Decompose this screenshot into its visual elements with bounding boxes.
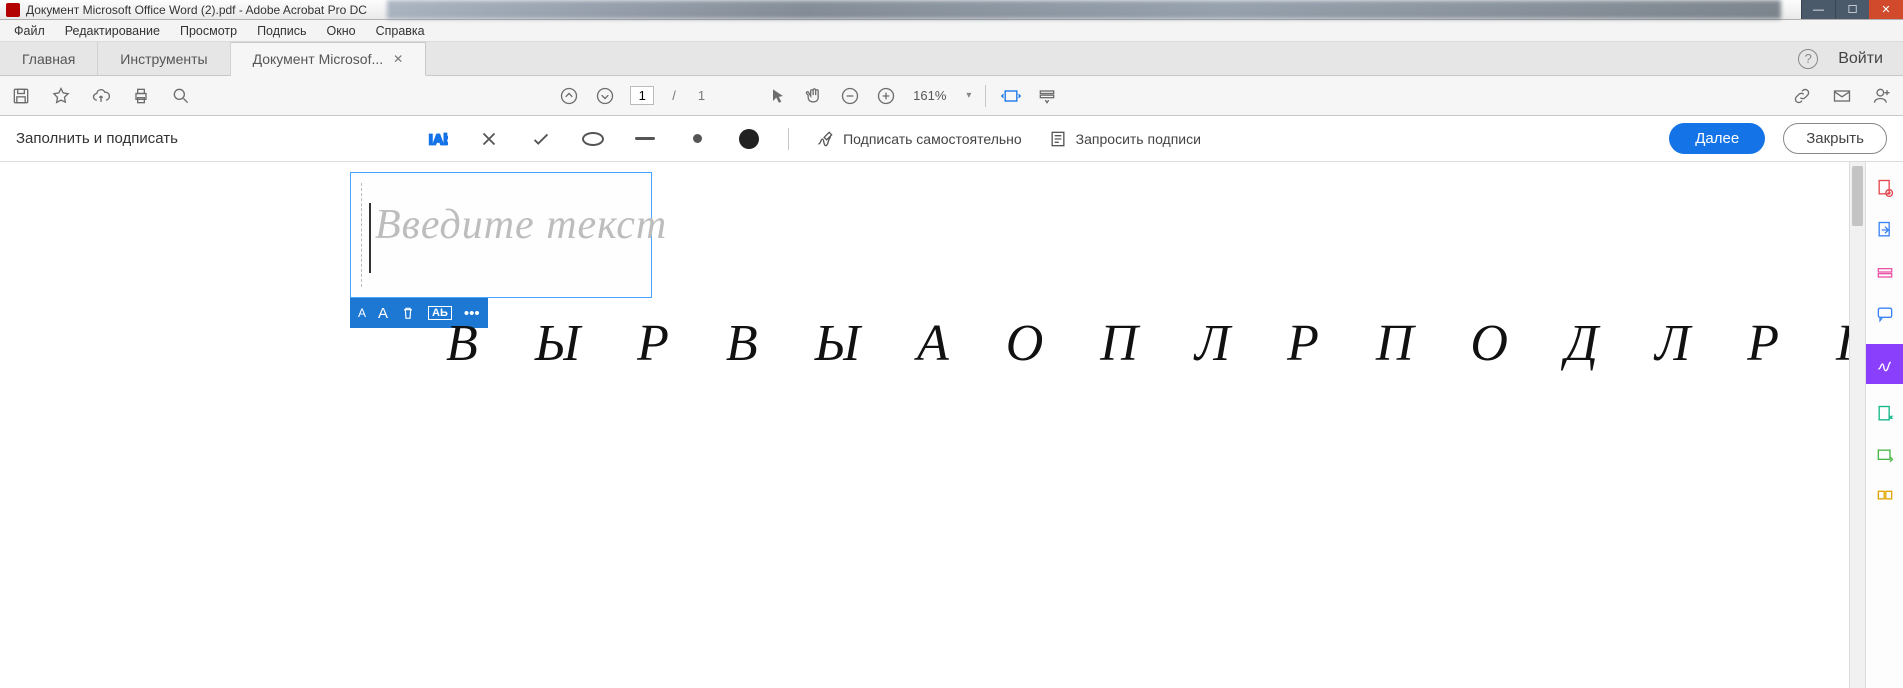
menu-sign[interactable]: Подпись: [249, 22, 314, 40]
hand-pan-icon[interactable]: [803, 85, 825, 107]
export-pdf-icon[interactable]: [1873, 218, 1897, 242]
tab-close-icon[interactable]: ✕: [393, 52, 403, 66]
fill-divider: [788, 128, 789, 150]
window-title: Документ Microsoft Office Word (2).pdf -…: [26, 3, 367, 17]
cross-mark-tool[interactable]: [476, 126, 502, 152]
mail-icon[interactable]: [1831, 85, 1853, 107]
zoom-value[interactable]: 161%: [913, 88, 946, 103]
fill-sign-title: Заполнить и подписать: [16, 130, 178, 147]
menu-view[interactable]: Просмотр: [172, 22, 245, 40]
cloud-upload-icon[interactable]: [90, 85, 112, 107]
help-icon[interactable]: ?: [1798, 49, 1818, 69]
organize-pages-icon[interactable]: [1873, 402, 1897, 426]
document-stage[interactable]: Введите текст A A AЬ ••• В Ы Р В Ы А О П…: [0, 162, 1849, 688]
comment-icon[interactable]: [1873, 302, 1897, 326]
page-display-icon[interactable]: [1036, 85, 1058, 107]
signature-icon: [815, 129, 835, 149]
page-down-icon[interactable]: [594, 85, 616, 107]
text-cursor: [369, 203, 371, 273]
link-share-icon[interactable]: [1791, 85, 1813, 107]
send-review-icon[interactable]: [1873, 444, 1897, 468]
tab-home[interactable]: Главная: [0, 42, 98, 75]
scrollbar-thumb[interactable]: [1852, 166, 1863, 226]
zoom-dropdown-icon[interactable]: ▾: [966, 90, 971, 101]
page-number-input[interactable]: [630, 86, 654, 105]
tab-document[interactable]: Документ Microsof... ✕: [231, 42, 427, 76]
fit-width-icon[interactable]: [1000, 85, 1022, 107]
page-content-text: В Ы Р В Ы А О П Л Р П О Д Л Р П: [446, 314, 1849, 373]
vertical-scrollbar[interactable]: [1849, 162, 1865, 688]
font-size-large-icon[interactable]: A: [378, 305, 388, 322]
tabs-row: Главная Инструменты Документ Microsof...…: [0, 42, 1903, 76]
toolbar-divider: [985, 85, 986, 107]
request-sign-icon: [1048, 129, 1068, 149]
add-user-icon[interactable]: [1871, 85, 1893, 107]
self-sign-label: Подписать самостоятельно: [843, 131, 1022, 147]
menu-edit[interactable]: Редактирование: [57, 22, 168, 40]
more-tools-icon[interactable]: [1873, 486, 1897, 510]
fill-sign-toolbar: Заполнить и подписать IAb Подписать само…: [0, 116, 1903, 162]
check-mark-tool[interactable]: [528, 126, 554, 152]
window-titlebar: Документ Microsoft Office Word (2).pdf -…: [0, 0, 1903, 20]
close-button[interactable]: Закрыть: [1783, 123, 1887, 154]
search-icon[interactable]: [170, 85, 192, 107]
text-box-margin-rule: [361, 183, 362, 287]
page-total: 1: [698, 88, 705, 103]
dot-tool[interactable]: [684, 126, 710, 152]
zoom-in-icon[interactable]: [875, 85, 897, 107]
tab-tools[interactable]: Инструменты: [98, 42, 230, 75]
right-side-panel: [1865, 162, 1903, 688]
edit-pdf-icon[interactable]: [1873, 260, 1897, 284]
titlebar-blur: [387, 0, 1781, 19]
tab-document-label: Документ Microsof...: [253, 51, 384, 67]
menu-help[interactable]: Справка: [368, 22, 433, 40]
next-button[interactable]: Далее: [1669, 123, 1765, 154]
menubar: Файл Редактирование Просмотр Подпись Окн…: [0, 20, 1903, 42]
menu-file[interactable]: Файл: [6, 22, 53, 40]
save-icon[interactable]: [10, 85, 32, 107]
text-placeholder: Введите текст: [375, 201, 667, 249]
window-close-button[interactable]: ✕: [1869, 0, 1903, 19]
delete-text-icon[interactable]: [400, 305, 416, 321]
menu-window[interactable]: Окно: [319, 22, 364, 40]
app-icon: [6, 3, 20, 17]
star-icon[interactable]: [50, 85, 72, 107]
create-pdf-icon[interactable]: [1873, 176, 1897, 200]
sign-in-link[interactable]: Войти: [1838, 50, 1883, 68]
selection-cursor-icon[interactable]: [767, 85, 789, 107]
fill-sign-icon[interactable]: [1866, 344, 1903, 384]
self-sign-button[interactable]: Подписать самостоятельно: [815, 129, 1022, 149]
quick-toolbar: / 1 161% ▾: [0, 76, 1903, 116]
svg-text:IAb: IAb: [429, 132, 448, 148]
print-icon[interactable]: [130, 85, 152, 107]
request-sign-button[interactable]: Запросить подписи: [1048, 129, 1201, 149]
font-size-small-icon[interactable]: A: [358, 306, 366, 320]
oval-tool[interactable]: [580, 126, 606, 152]
text-input-box[interactable]: Введите текст: [350, 172, 652, 298]
page-up-icon[interactable]: [558, 85, 580, 107]
zoom-out-icon[interactable]: [839, 85, 861, 107]
page-separator: /: [672, 88, 676, 103]
line-tool[interactable]: [632, 126, 658, 152]
window-minimize-button[interactable]: —: [1801, 0, 1835, 19]
color-picker[interactable]: [736, 126, 762, 152]
add-text-tool[interactable]: IAb: [424, 126, 450, 152]
window-maximize-button[interactable]: ☐: [1835, 0, 1869, 19]
request-sign-label: Запросить подписи: [1076, 131, 1201, 147]
